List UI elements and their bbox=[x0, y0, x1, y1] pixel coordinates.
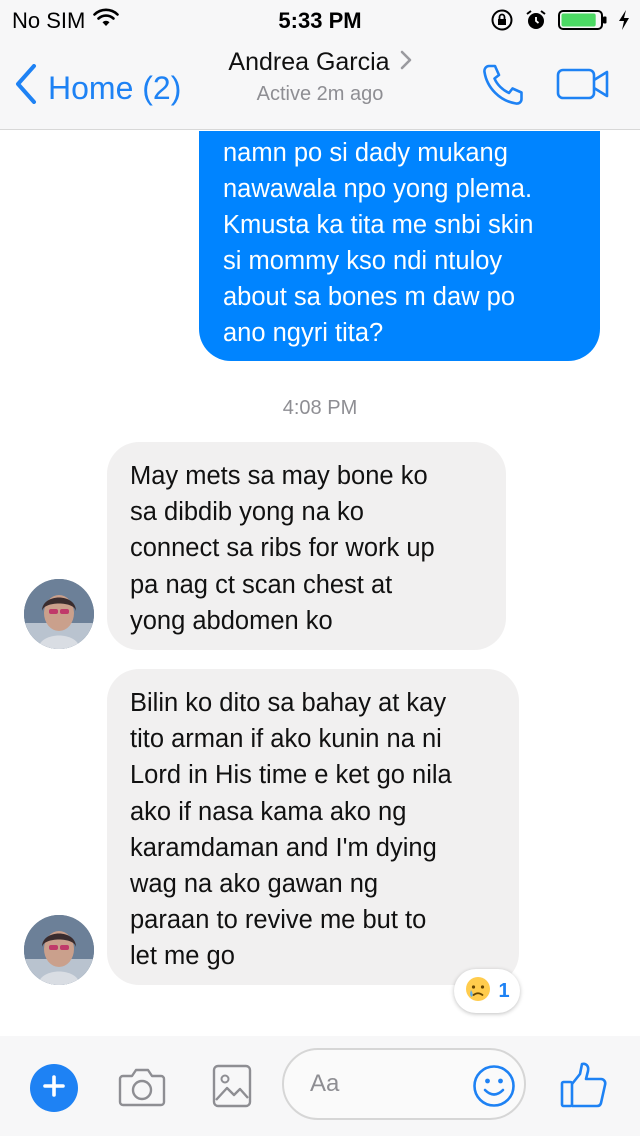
contact-name: Andrea Garcia bbox=[228, 48, 390, 76]
message-line: namn po si dady mukang bbox=[223, 139, 508, 167]
message-list[interactable]: namn po si dady mukang nawawala npo yong… bbox=[0, 131, 640, 1036]
message-line: May mets sa may bone ko bbox=[130, 462, 428, 490]
message-line: yong abdomen ko bbox=[130, 606, 333, 635]
message-line: ako if nasa kama ako ng bbox=[130, 797, 407, 826]
gallery-icon bbox=[212, 1064, 252, 1112]
message-timestamp: 4:08 PM bbox=[282, 397, 358, 419]
chevron-right-icon bbox=[400, 48, 412, 77]
emoji-icon[interactable] bbox=[472, 1064, 516, 1113]
battery-icon bbox=[558, 8, 608, 37]
message-line: pa nag ct scan chest at bbox=[130, 570, 393, 599]
message-line: connect sa ribs for work up bbox=[130, 534, 435, 563]
camera-button[interactable] bbox=[118, 1066, 166, 1113]
message-reaction[interactable]: 1 bbox=[454, 969, 520, 1013]
camera-icon bbox=[118, 1068, 166, 1112]
message-line: karamdaman and I'm dying bbox=[130, 833, 437, 862]
message-line: Bilin ko dito sa bahay at kay bbox=[130, 689, 447, 717]
gallery-button[interactable] bbox=[212, 1064, 252, 1113]
back-button[interactable]: Home (2) bbox=[14, 64, 181, 112]
like-button[interactable] bbox=[560, 1060, 608, 1115]
message-input-box[interactable] bbox=[282, 1048, 526, 1120]
status-right bbox=[490, 8, 630, 37]
reaction-count: 1 bbox=[498, 979, 510, 1002]
chevron-left-icon bbox=[14, 64, 38, 112]
more-actions-button[interactable] bbox=[30, 1064, 78, 1112]
plus-icon bbox=[42, 1074, 66, 1103]
call-button[interactable] bbox=[480, 62, 526, 113]
message-input[interactable] bbox=[310, 1070, 460, 1098]
message-line: Lord in His time e ket go nila bbox=[130, 761, 452, 790]
incoming-message-bubble[interactable]: Bilin ko dito sa bahay at kay tito arman… bbox=[107, 669, 519, 985]
avatar[interactable] bbox=[24, 579, 94, 649]
video-camera-icon bbox=[556, 68, 610, 106]
message-line: paraan to revive me but to bbox=[130, 906, 427, 935]
message-line: about sa bones m daw po bbox=[223, 283, 516, 311]
incoming-message-bubble[interactable]: May mets sa may bone ko sa dibdib yong n… bbox=[107, 442, 506, 650]
message-line: sa dibdib yong na ko bbox=[130, 498, 364, 527]
message-line: si mommy kso ndi ntuloy bbox=[223, 247, 503, 275]
message-composer bbox=[0, 1036, 640, 1136]
phone-icon bbox=[480, 64, 526, 112]
video-call-button[interactable] bbox=[556, 66, 610, 107]
alarm-icon bbox=[524, 8, 548, 37]
contact-title[interactable]: Andrea Garcia Active 2m ago bbox=[200, 48, 440, 106]
charging-bolt-icon bbox=[618, 9, 630, 36]
message-line: ano ngyri tita? bbox=[223, 319, 384, 347]
message-line: nawawala npo yong plema. bbox=[223, 175, 533, 203]
avatar[interactable] bbox=[24, 915, 94, 985]
outgoing-message-bubble[interactable]: namn po si dady mukang nawawala npo yong… bbox=[199, 131, 600, 361]
crying-face-icon bbox=[464, 975, 492, 1008]
active-status: Active 2m ago bbox=[256, 83, 384, 105]
message-line: let me go bbox=[130, 942, 235, 971]
message-line: wag na ako gawan ng bbox=[130, 870, 379, 899]
back-label: Home (2) bbox=[48, 69, 182, 106]
status-bar: No SIM 5:33 PM bbox=[0, 0, 640, 40]
thumbs-up-icon bbox=[560, 1062, 608, 1114]
conversation-header: Home (2) Andrea Garcia Active 2m ago bbox=[0, 40, 640, 130]
message-line: Kmusta ka tita me snbi skin bbox=[223, 211, 534, 239]
message-line: tito arman if ako kunin na ni bbox=[130, 725, 442, 754]
orientation-lock-icon bbox=[490, 8, 514, 37]
